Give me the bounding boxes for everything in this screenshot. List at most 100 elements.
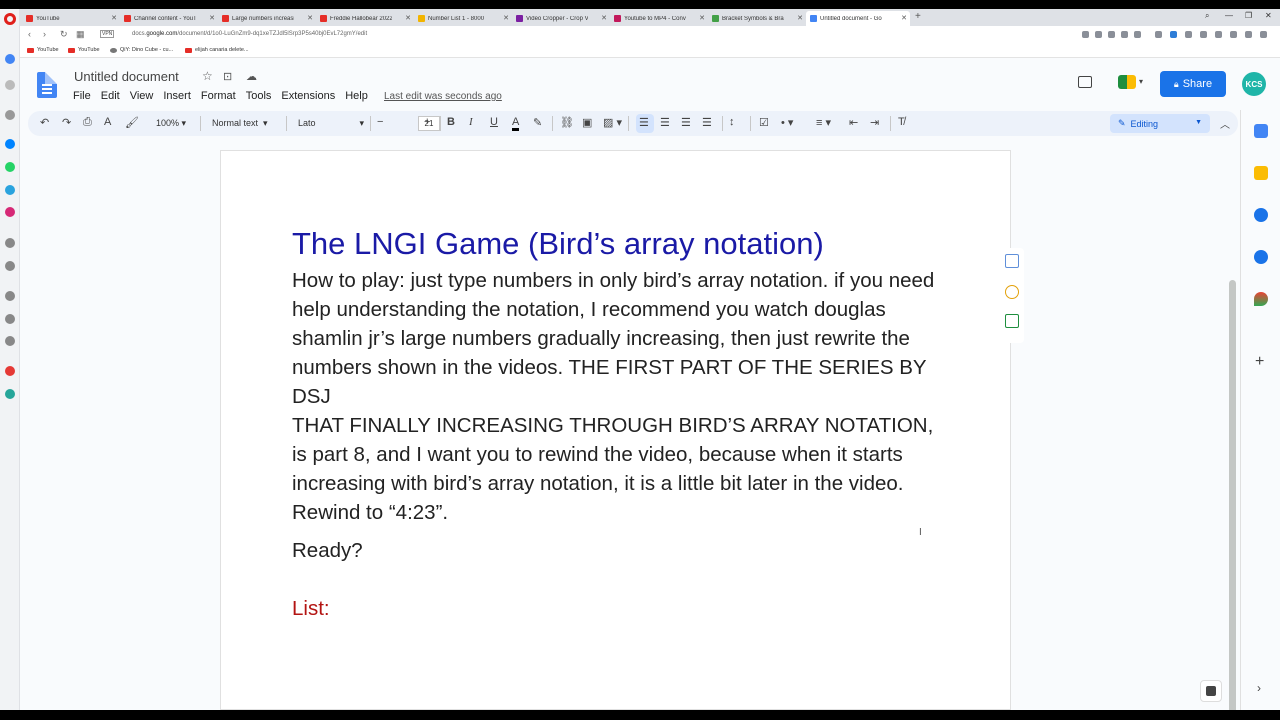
menu-tools[interactable]: Tools xyxy=(246,90,272,102)
decrease-font-size-icon[interactable]: − xyxy=(377,116,383,128)
extensions-puzzle-icon[interactable] xyxy=(1230,31,1237,38)
browser-tab[interactable]: Freddie Hallobear 2022 ✕ xyxy=(316,11,414,26)
browser-tab[interactable]: Video Cropper - Crop Video ✕ xyxy=(512,11,610,26)
increase-indent-icon[interactable]: ⇥ xyxy=(870,116,879,129)
paint-format-icon[interactable]: 🖌︎ xyxy=(125,116,139,129)
close-icon[interactable]: ✕ xyxy=(209,14,215,22)
browser-tab[interactable]: Number List 1 - 8000 ✕ xyxy=(414,11,512,26)
tabs-grid-icon[interactable]: ▦ xyxy=(76,29,85,40)
keep-icon[interactable] xyxy=(1254,166,1268,180)
new-tab-icon[interactable]: + xyxy=(915,11,921,22)
italic-icon[interactable]: I xyxy=(469,116,473,128)
back-icon[interactable]: ‹ xyxy=(28,29,31,39)
spellcheck-icon[interactable]: A xyxy=(104,116,111,128)
bulleted-list-icon[interactable]: • ▾ xyxy=(781,116,793,129)
add-comment-icon[interactable] xyxy=(1005,254,1019,268)
align-left-icon[interactable]: ☰ xyxy=(639,116,649,129)
maps-icon[interactable] xyxy=(1254,292,1268,306)
line-spacing-icon[interactable]: ↕ xyxy=(729,116,735,128)
menu-view[interactable]: View xyxy=(130,90,154,102)
align-right-icon[interactable]: ☰ xyxy=(681,116,691,129)
close-window-icon[interactable]: ✕ xyxy=(1265,11,1272,20)
bookmark-item[interactable]: YouTube xyxy=(27,47,59,53)
browser-tab[interactable]: Channel content - YouTube ✕ xyxy=(120,11,218,26)
align-center-icon[interactable]: ☰ xyxy=(660,116,670,129)
contacts-icon[interactable] xyxy=(1254,250,1268,264)
underline-icon[interactable]: U xyxy=(490,116,498,128)
menu-insert[interactable]: Insert xyxy=(163,90,191,102)
extension-icon[interactable] xyxy=(1155,31,1162,38)
player-icon[interactable] xyxy=(5,238,15,248)
checklist-icon[interactable]: ☑ xyxy=(759,116,769,129)
insert-image-icon[interactable]: ▨ ▾ xyxy=(603,116,622,129)
editing-mode-select[interactable]: ✎ Editing ▼ xyxy=(1110,114,1210,133)
zoom-icon[interactable] xyxy=(1082,31,1089,38)
home-page-icon[interactable] xyxy=(5,80,15,90)
extension-icon[interactable] xyxy=(1185,31,1192,38)
menu-edit[interactable]: Edit xyxy=(101,90,120,102)
whatsapp-icon[interactable] xyxy=(5,162,15,172)
menu-extensions[interactable]: Extensions xyxy=(281,90,335,102)
add-on-plus-icon[interactable]: + xyxy=(1255,353,1264,371)
favorite-icon[interactable] xyxy=(1134,31,1141,38)
close-icon[interactable]: ✕ xyxy=(111,14,117,22)
close-icon[interactable]: ✕ xyxy=(601,14,607,22)
list-heading[interactable]: List: xyxy=(292,597,330,621)
extension-icon[interactable] xyxy=(1200,31,1207,38)
browser-tab[interactable]: Youtube to MP4 - Convert ✕ xyxy=(610,11,708,26)
document-heading[interactable]: The LNGI Game (Bird’s array notation) xyxy=(292,226,824,262)
bag-icon[interactable] xyxy=(5,110,15,120)
menu-format[interactable]: Format xyxy=(201,90,236,102)
url-input[interactable]: docs.google.com/document/d/1o0-LuGnZm9-d… xyxy=(132,31,367,37)
messenger-icon[interactable] xyxy=(5,139,15,149)
search-tabs-icon[interactable]: ⌕ xyxy=(1205,11,1209,21)
avatar[interactable]: KCS xyxy=(1242,72,1266,96)
calendar-icon[interactable] xyxy=(1254,124,1268,138)
zoom-select[interactable]: 100% ▾ xyxy=(156,118,186,129)
menu-file[interactable]: File xyxy=(73,90,91,102)
last-edit-link[interactable]: Last edit was seconds ago xyxy=(384,91,502,102)
browser-tab[interactable]: Bracket Symbols & Bracket ✕ xyxy=(708,11,806,26)
text-color-icon[interactable]: A xyxy=(512,116,520,131)
document-body[interactable]: How to play: just type numbers in only b… xyxy=(292,266,952,527)
emoji-reaction-icon[interactable] xyxy=(1005,285,1019,299)
vpn-side-icon[interactable] xyxy=(5,389,15,399)
close-icon[interactable]: ✕ xyxy=(307,14,313,22)
bold-icon[interactable]: B xyxy=(447,116,455,128)
undo-icon[interactable]: ↶ xyxy=(40,116,49,129)
decrease-indent-icon[interactable]: ⇤ xyxy=(849,116,858,129)
tasks-icon[interactable] xyxy=(1254,208,1268,222)
ready-paragraph[interactable]: Ready? xyxy=(292,539,363,563)
move-folder-icon[interactable]: ⊡ xyxy=(223,70,232,83)
numbered-list-icon[interactable]: ≡ ▾ xyxy=(816,116,831,129)
shield-icon[interactable] xyxy=(1095,31,1102,38)
camera-icon[interactable] xyxy=(1108,31,1115,38)
vertical-scrollbar[interactable] xyxy=(1229,280,1236,720)
style-select[interactable]: Normal text ▾ xyxy=(212,118,268,129)
docs-logo-icon[interactable] xyxy=(37,72,57,98)
close-icon[interactable]: ✕ xyxy=(797,14,803,22)
font-select[interactable]: Lato ▾ xyxy=(298,118,364,128)
link-icon[interactable]: ⛓︎ xyxy=(560,116,574,129)
increase-font-size-icon[interactable]: + xyxy=(424,116,430,128)
explore-button[interactable] xyxy=(1200,680,1222,702)
collapse-menus-icon[interactable]: ︿ xyxy=(1220,116,1230,131)
clear-formatting-icon[interactable]: T̸ xyxy=(898,116,905,128)
extensions-icon[interactable] xyxy=(5,336,15,346)
menu-icon[interactable] xyxy=(1260,31,1267,38)
comment-history-icon[interactable] xyxy=(1078,76,1092,88)
pin-icon[interactable] xyxy=(5,366,15,376)
extension-icon[interactable] xyxy=(1215,31,1222,38)
close-icon[interactable]: ✕ xyxy=(503,14,509,22)
close-icon[interactable]: ✕ xyxy=(901,14,907,22)
cloud-status-icon[interactable]: ☁ xyxy=(246,70,257,83)
reload-icon[interactable]: ↻ xyxy=(60,29,68,40)
bookmark-item[interactable]: QiY: Dino Cube - cu... xyxy=(110,47,173,53)
profile-icon[interactable] xyxy=(1245,31,1252,38)
suggest-edits-icon[interactable] xyxy=(1005,314,1019,328)
telegram-icon[interactable] xyxy=(5,185,15,195)
history-icon[interactable] xyxy=(5,314,15,324)
send-icon[interactable] xyxy=(5,261,15,271)
minimize-icon[interactable]: — xyxy=(1225,11,1233,20)
home-icon[interactable] xyxy=(5,54,15,64)
